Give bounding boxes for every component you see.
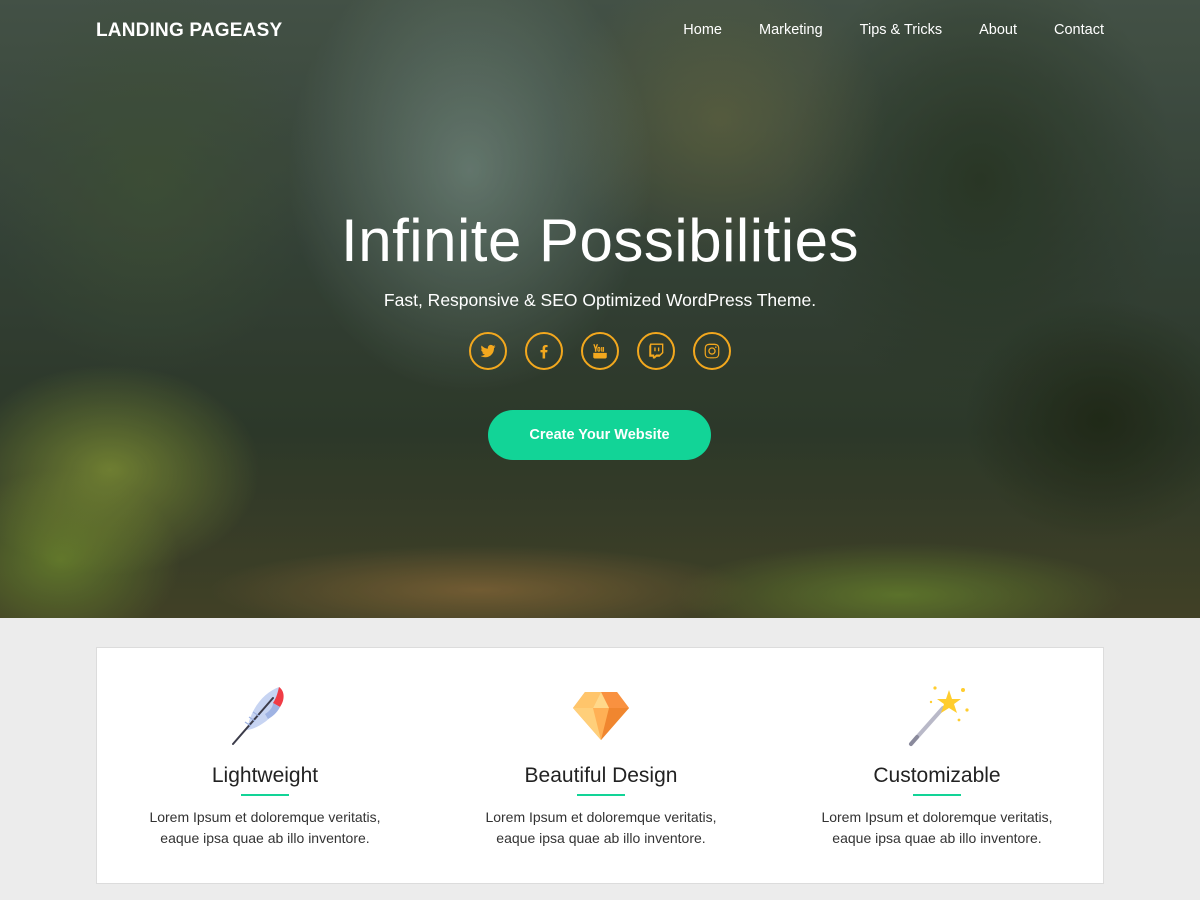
hero-title: Infinite Possibilities xyxy=(341,207,859,274)
feature-description: Lorem Ipsum et doloremque veritatis, eaq… xyxy=(97,807,433,849)
instagram-link[interactable] xyxy=(693,332,731,370)
features-section: Lightweight Lorem Ipsum et doloremque ve… xyxy=(96,647,1104,884)
feature-title-underline xyxy=(913,794,961,796)
facebook-link[interactable] xyxy=(525,332,563,370)
nav-item-about[interactable]: About xyxy=(979,22,1017,38)
hero-section: LANDING PAGEASY Home Marketing Tips & Tr… xyxy=(0,0,1200,618)
create-website-button[interactable]: Create Your Website xyxy=(488,410,711,460)
nav-item-home[interactable]: Home xyxy=(683,22,722,38)
twitch-link[interactable] xyxy=(637,332,675,370)
twitter-link[interactable] xyxy=(469,332,507,370)
diamond-icon xyxy=(573,692,629,740)
feature-description-line: Lorem Ipsum et doloremque veritatis, xyxy=(821,809,1053,825)
main-navigation: Home Marketing Tips & Tricks About Conta… xyxy=(683,22,1104,38)
feature-description-line: Lorem Ipsum et doloremque veritatis, xyxy=(485,809,717,825)
magic-wand-icon xyxy=(909,686,969,746)
nav-item-marketing[interactable]: Marketing xyxy=(759,22,823,38)
feature-title: Beautiful Design xyxy=(524,764,678,787)
twitter-icon xyxy=(480,344,496,358)
nav-item-tips-tricks[interactable]: Tips & Tricks xyxy=(860,22,942,38)
instagram-icon xyxy=(704,343,720,359)
nav-item-contact[interactable]: Contact xyxy=(1054,22,1104,38)
twitch-icon xyxy=(649,343,664,359)
feature-lightweight: Lightweight Lorem Ipsum et doloremque ve… xyxy=(97,648,433,883)
feature-title-underline xyxy=(241,794,289,796)
feather-icon xyxy=(232,687,284,745)
facebook-icon xyxy=(540,345,548,359)
hero-subtitle: Fast, Responsive & SEO Optimized WordPre… xyxy=(383,290,817,310)
feature-description: Lorem Ipsum et doloremque veritatis, eaq… xyxy=(769,807,1105,849)
feature-title-underline xyxy=(577,794,625,796)
feature-title: Lightweight xyxy=(211,764,319,787)
youtube-icon xyxy=(593,344,607,359)
site-logo[interactable]: LANDING PAGEASY xyxy=(96,20,282,42)
youtube-link[interactable] xyxy=(581,332,619,370)
feature-description: Lorem Ipsum et doloremque veritatis, eaq… xyxy=(433,807,769,849)
feature-description-line: Lorem Ipsum et doloremque veritatis, xyxy=(149,809,381,825)
feature-description-line: eaque ipsa quae ab illo inventore. xyxy=(160,830,370,846)
feature-title: Customizable xyxy=(873,764,1001,787)
feature-description-line: eaque ipsa quae ab illo inventore. xyxy=(832,830,1042,846)
feature-description-line: eaque ipsa quae ab illo inventore. xyxy=(496,830,706,846)
feature-customizable: Customizable Lorem Ipsum et doloremque v… xyxy=(769,648,1105,883)
social-links xyxy=(469,332,731,370)
feature-beautiful-design: Beautiful Design Lorem Ipsum et doloremq… xyxy=(433,648,769,883)
